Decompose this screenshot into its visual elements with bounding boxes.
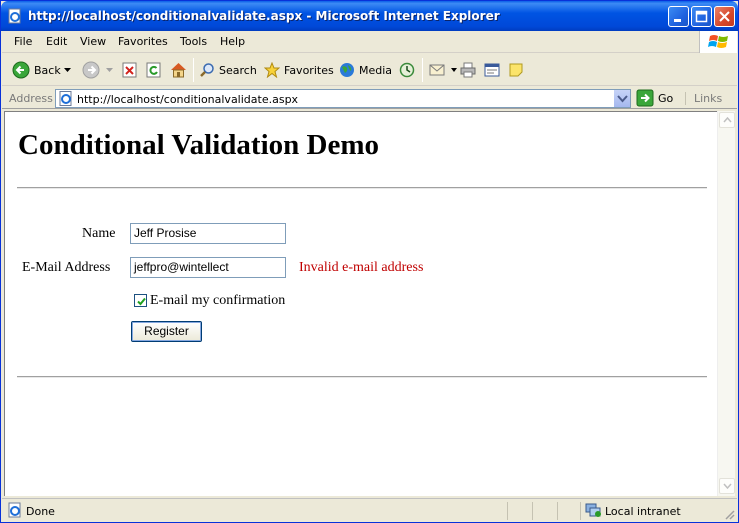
close-button[interactable]	[714, 6, 735, 27]
printer-icon	[460, 62, 476, 78]
note-icon	[509, 63, 523, 77]
standard-toolbar: Back Search Favorites Media	[2, 54, 737, 86]
ie-page-icon	[8, 502, 21, 518]
edit-page-icon	[484, 63, 500, 77]
forward-button[interactable]	[82, 60, 104, 80]
address-bar: Address http://localhost/conditionalvali…	[2, 87, 737, 109]
back-dropdown[interactable]	[64, 60, 75, 80]
horizontal-rule	[17, 376, 707, 378]
back-button[interactable]: Back	[12, 60, 61, 80]
status-pane	[580, 502, 581, 520]
menu-tools[interactable]: Tools	[180, 35, 207, 48]
confirm-checkbox[interactable]	[134, 294, 147, 307]
name-label: Name	[82, 226, 116, 241]
menu-edit[interactable]: Edit	[46, 35, 67, 48]
history-icon	[399, 62, 415, 78]
status-bar: Done Local intranet	[2, 498, 737, 522]
history-button[interactable]	[399, 60, 419, 80]
refresh-button[interactable]	[146, 60, 166, 80]
stop-icon	[122, 62, 137, 78]
chevron-down-icon	[64, 67, 71, 72]
menu-help[interactable]: Help	[220, 35, 245, 48]
forward-arrow-icon	[82, 61, 100, 79]
ie-page-icon	[59, 91, 72, 106]
chevron-down-icon	[451, 68, 457, 72]
status-pane	[532, 502, 533, 520]
messenger-button[interactable]	[508, 60, 528, 80]
go-button[interactable]: Go	[636, 89, 673, 107]
horizontal-rule	[17, 187, 707, 189]
ie-window: http://localhost/conditionalvalidate.asp…	[0, 0, 739, 523]
mail-icon	[429, 64, 445, 76]
refresh-icon	[146, 62, 161, 78]
favorites-button[interactable]: Favorites	[264, 60, 334, 80]
close-icon	[719, 11, 730, 22]
menu-bar: File Edit View Favorites Tools Help	[2, 31, 737, 53]
links-button[interactable]: Links	[685, 92, 722, 105]
mail-button[interactable]	[429, 60, 461, 80]
search-icon	[200, 63, 214, 77]
minimize-button[interactable]	[668, 6, 689, 27]
ie-page-icon	[8, 8, 21, 24]
chevron-down-icon	[106, 67, 113, 72]
chevron-down-icon	[723, 483, 732, 489]
vertical-scrollbar[interactable]	[717, 111, 735, 496]
toolbar-separator	[193, 58, 194, 82]
email-input[interactable]: jeffpro@wintellect	[130, 257, 286, 278]
media-globe-icon	[340, 63, 354, 77]
windows-flag-icon	[708, 35, 728, 48]
scroll-up-button[interactable]	[719, 112, 735, 128]
resize-grip-icon[interactable]	[723, 508, 735, 520]
status-text: Done	[26, 505, 55, 518]
page-content: Conditional Validation Demo Name Jeff Pr…	[4, 111, 717, 496]
forward-dropdown[interactable]	[106, 60, 117, 80]
chevron-down-icon	[617, 95, 628, 103]
address-dropdown[interactable]	[613, 90, 630, 107]
go-label: Go	[658, 91, 674, 105]
back-arrow-icon	[12, 61, 30, 79]
name-input[interactable]: Jeff Prosise	[130, 223, 286, 244]
confirm-checkbox-label[interactable]: E-mail my confirmation	[150, 293, 285, 309]
home-icon	[171, 63, 186, 78]
email-error-message: Invalid e-mail address	[299, 260, 424, 275]
menu-favorites[interactable]: Favorites	[118, 35, 168, 48]
chevron-up-icon	[723, 117, 732, 123]
local-intranet-icon	[585, 503, 601, 517]
search-label: Search	[219, 63, 257, 77]
search-button[interactable]: Search	[199, 60, 257, 80]
media-label: Media	[359, 63, 393, 77]
print-button[interactable]	[460, 60, 480, 80]
address-input[interactable]: http://localhost/conditionalvalidate.asp…	[55, 89, 631, 108]
maximize-button[interactable]	[691, 6, 712, 27]
email-label: E-Mail Address	[22, 260, 111, 275]
windows-logo	[699, 31, 737, 53]
title-bar[interactable]: http://localhost/conditionalvalidate.asp…	[1, 1, 738, 31]
page-title: Conditional Validation Demo	[18, 129, 379, 161]
stop-button[interactable]	[122, 60, 142, 80]
favorites-label: Favorites	[284, 63, 334, 77]
checkmark-icon	[137, 297, 146, 306]
star-icon	[264, 62, 280, 78]
media-button[interactable]: Media	[339, 60, 392, 80]
home-button[interactable]	[170, 60, 191, 80]
register-button[interactable]: Register	[131, 321, 202, 342]
window-title: http://localhost/conditionalvalidate.asp…	[28, 9, 500, 23]
minimize-icon	[674, 19, 681, 22]
status-pane	[557, 502, 558, 520]
menu-file[interactable]: File	[14, 35, 32, 48]
status-pane	[507, 502, 508, 520]
back-label: Back	[34, 63, 61, 77]
go-arrow-icon	[636, 89, 654, 107]
menu-view[interactable]: View	[80, 35, 106, 48]
toolbar-separator	[422, 58, 423, 82]
scroll-down-button[interactable]	[719, 478, 735, 494]
address-url: http://localhost/conditionalvalidate.asp…	[77, 93, 299, 106]
maximize-icon	[695, 10, 708, 23]
zone-text: Local intranet	[605, 505, 681, 518]
address-label: Address	[9, 92, 53, 105]
edit-button[interactable]	[484, 60, 504, 80]
